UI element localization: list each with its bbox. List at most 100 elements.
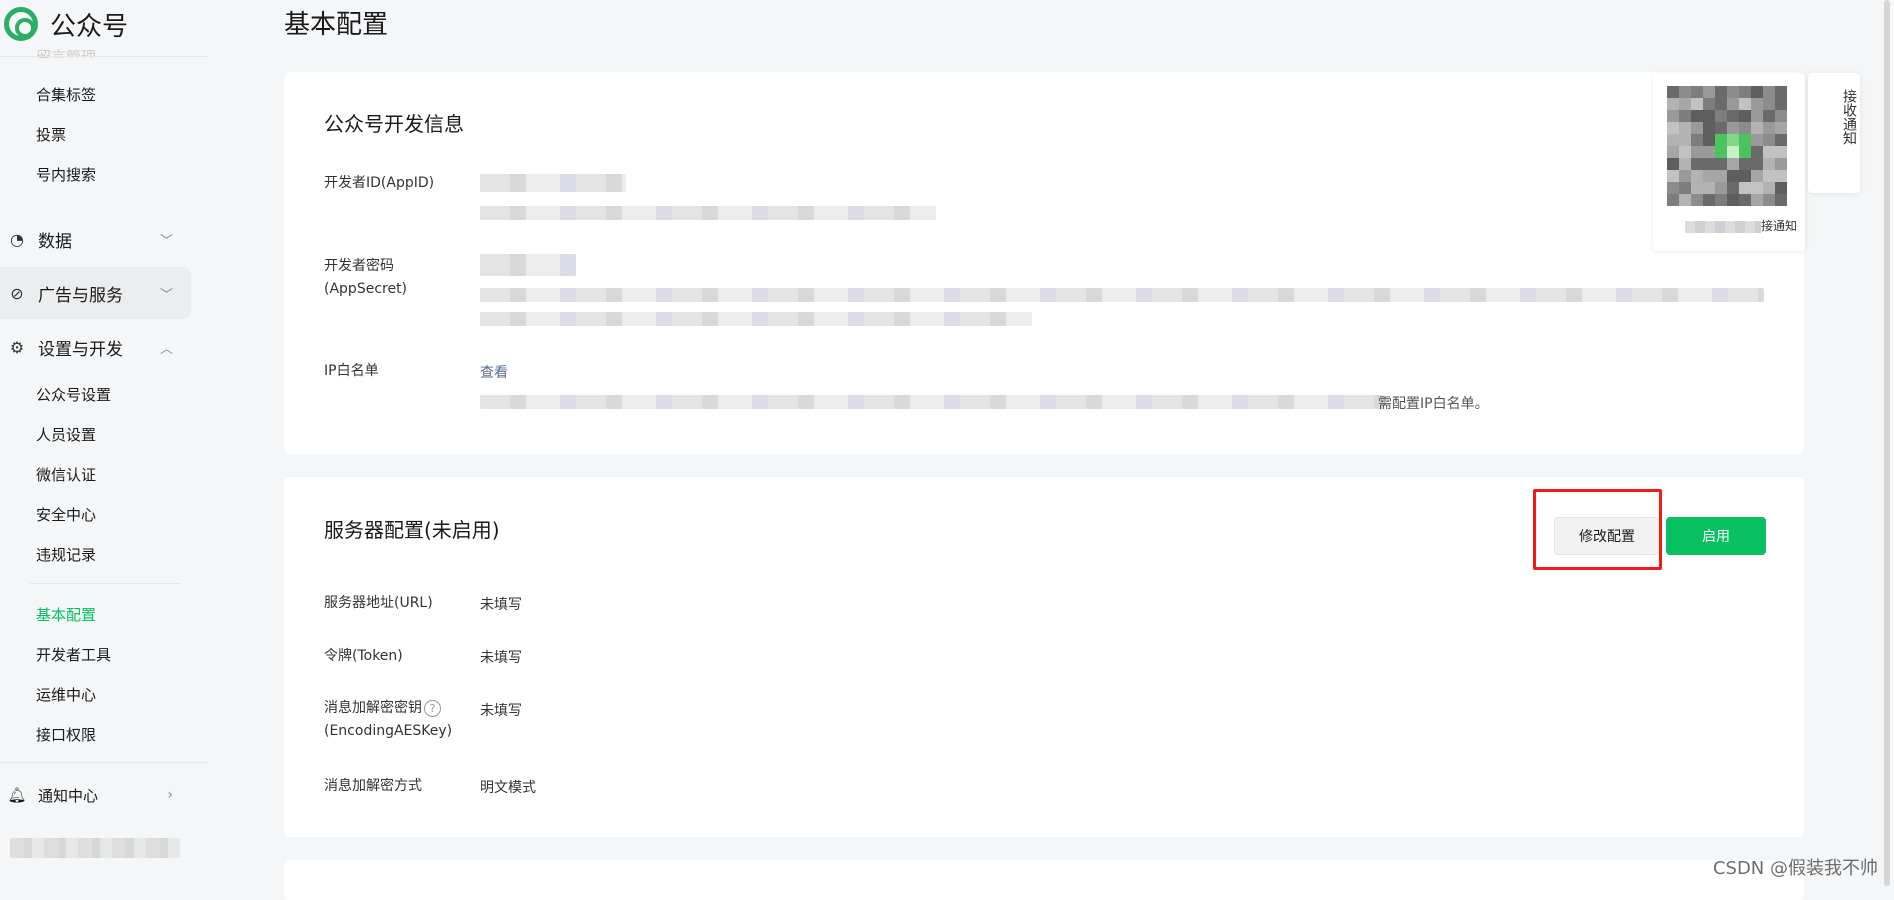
enable-button[interactable]: 启用 [1666,517,1766,555]
sidebar-item-vote[interactable]: 投票 [36,124,66,145]
qr-pixel [1703,134,1715,146]
qr-pixel [1751,134,1763,146]
qr-pixel [1703,122,1715,134]
qr-pixel [1775,182,1787,194]
qr-pixel [1751,146,1763,158]
qr-pixel [1679,134,1691,146]
qr-pixel [1715,170,1727,182]
gear-icon: ⚙ [9,337,25,357]
qr-pixel [1691,194,1703,206]
qr-pixel [1727,98,1739,110]
qr-pixel [1739,86,1751,98]
qr-pixel [1667,110,1679,122]
sidebar-item-ops-center[interactable]: 运维中心 [36,684,96,705]
qr-pixel [1679,122,1691,134]
chevron-down-icon: ﹀ [159,233,173,249]
qr-pixel [1739,110,1751,122]
receive-notify-tab[interactable]: 接收通知 [1808,73,1860,193]
sidebar-group-label: 广告与服务 [38,285,123,306]
qr-pixel [1739,134,1751,146]
qr-pixel [1667,170,1679,182]
qr-pixel [1727,158,1739,170]
qr-caption: 接通知 [1667,217,1797,234]
qr-pixel [1739,98,1751,110]
encrypt-mode-value: 明文模式 [480,780,536,796]
aes-key-label-text: 消息加解密密钥 [324,700,422,716]
page-title: 基本配置 [284,10,389,40]
aes-key-label: 消息加解密密钥? (EncodingAESKey) [324,697,464,743]
next-card [284,860,1804,900]
brand-logo[interactable]: 公众号 [4,4,128,44]
sidebar-group-label: 设置与开发 [38,339,123,360]
qr-pixel [1667,146,1679,158]
qr-pixel [1679,170,1691,182]
qr-pixel [1751,110,1763,122]
scrollbar-thumb[interactable] [1884,0,1890,886]
sidebar-item-account-settings[interactable]: 公众号设置 [36,384,111,405]
qr-pixel [1715,122,1727,134]
qr-pixel [1703,158,1715,170]
qr-pixel [1751,194,1763,206]
qr-pixel [1667,194,1679,206]
qr-pixel [1751,158,1763,170]
sidebar-item-collection-tags[interactable]: 合集标签 [36,84,96,105]
sidebar-item-wechat-verify[interactable]: 微信认证 [36,464,96,485]
qr-pixel [1667,134,1679,146]
sidebar-item-notifications[interactable]: 🔔︎ 通知中心 › [0,778,191,812]
sidebar-item-dev-tools[interactable]: 开发者工具 [36,644,111,665]
sidebar: 公众号 留言管理 合集标签 投票 号内搜索 ◔ 数据 ﹀ ⊘ 广告与服务 ﹀ ⚙… [0,0,208,886]
server-url-label: 服务器地址(URL) [324,595,433,611]
sidebar-group-ads[interactable]: ⊘ 广告与服务 ﹀ [0,267,191,319]
aes-key-value: 未填写 [480,703,522,719]
appid-value-redacted [480,174,626,192]
qr-pixel [1691,110,1703,122]
qr-pixel [1667,158,1679,170]
qr-pixel [1667,182,1679,194]
sidebar-item-staff-settings[interactable]: 人员设置 [36,424,96,445]
wechat-mp-logo-icon [4,7,38,41]
sidebar-item-security-center[interactable]: 安全中心 [36,504,96,525]
divider [0,56,208,57]
qr-pixel [1679,98,1691,110]
sidebar-group-data[interactable]: ◔ 数据 ﹀ [0,213,191,265]
qr-pixel [1703,110,1715,122]
sidebar-group-settings[interactable]: ⚙ 设置与开发 ︿ [0,321,191,373]
qr-pixel [1763,146,1775,158]
qr-caption-redacted [1684,220,1761,233]
sidebar-item-in-account-search[interactable]: 号内搜索 [36,164,96,185]
qr-pixel [1715,182,1727,194]
qr-pixel [1691,146,1703,158]
qr-pixel [1715,194,1727,206]
qr-pixel [1679,110,1691,122]
appsecret-label: 开发者密码(AppSecret) [324,258,408,297]
watermark: CSDN @假装我不帅 [1712,858,1878,879]
qr-pixel [1739,146,1751,158]
qr-pixel [1727,170,1739,182]
qr-pixel [1751,122,1763,134]
qr-pixel [1739,194,1751,206]
divider [0,762,208,763]
sidebar-item-label: 通知中心 [38,786,99,805]
ip-whitelist-view-link[interactable]: 查看 [480,362,508,382]
qr-pixel [1691,182,1703,194]
qr-pixel [1739,122,1751,134]
qr-pixel [1775,146,1787,158]
sidebar-item-violations[interactable]: 违规记录 [36,544,96,565]
qr-pixel [1727,122,1739,134]
qr-pixel [1679,86,1691,98]
sidebar-item-api-permissions[interactable]: 接口权限 [36,724,96,745]
qr-pixel [1691,170,1703,182]
qr-pixel [1763,182,1775,194]
qr-pixel [1751,170,1763,182]
sidebar-item-basic-config[interactable]: 基本配置 [36,604,96,625]
qr-pixel [1763,110,1775,122]
qr-pixel [1667,86,1679,98]
qr-pixel [1679,158,1691,170]
account-info-redacted[interactable] [10,838,180,858]
qr-notify-panel[interactable]: 接通知 [1653,73,1805,251]
qr-pixel [1667,122,1679,134]
qr-pixel [1691,122,1703,134]
qr-pixel [1751,182,1763,194]
help-icon[interactable]: ? [424,699,441,717]
qr-pixel [1775,110,1787,122]
